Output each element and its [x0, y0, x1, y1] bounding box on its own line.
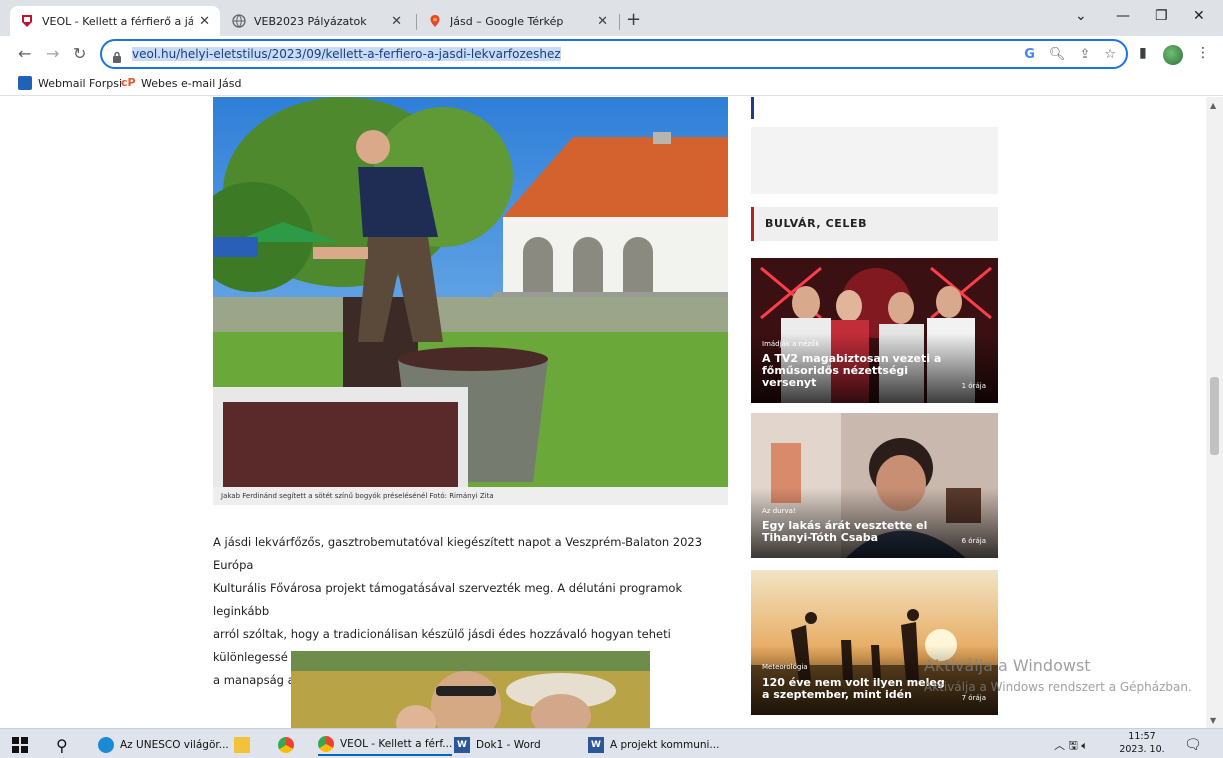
news-card[interactable]: Az durva! Egy lakás árát vesztette el Ti…	[751, 413, 998, 558]
restore-icon[interactable]: ❐	[1155, 8, 1168, 24]
file-explorer-icon[interactable]	[234, 734, 256, 756]
taskbar-word-projekt[interactable]: W A projekt kommuni...	[588, 734, 719, 756]
reload-icon[interactable]: ↻	[73, 44, 86, 63]
page-viewport: Jakab Ferdinánd segített a sötét színű b…	[0, 97, 1223, 728]
system-tray-icons[interactable]: ︿ 🖫 🔈︎	[1054, 737, 1088, 756]
share-icon[interactable]: ⇪	[1079, 47, 1090, 62]
card-title[interactable]: Egy lakás árát vesztette el Tihanyi-Tóth…	[762, 520, 952, 544]
article-hero-image	[213, 97, 728, 487]
ad-placeholder	[751, 127, 998, 194]
chrome-icon	[318, 736, 334, 752]
notification-icon[interactable]: 🗨︎	[1184, 734, 1202, 756]
windows-activation-subtext: Aktiválja a Windows rendszert a Gépházba…	[924, 680, 1192, 694]
globe-icon	[232, 14, 246, 28]
bookmarks-bar: Webmail Forpsi cP Webes e-mail Jásd	[0, 72, 1223, 96]
side-panel-icon[interactable]: ▮	[1139, 45, 1147, 61]
windows-start-icon[interactable]	[12, 734, 28, 756]
news-card[interactable]: Imádják a nézők A TV2 magabiztosan vezet…	[751, 258, 998, 403]
bookmark-webes-email[interactable]: cP Webes e-mail Jásd	[121, 76, 241, 90]
tab-title: VEOL - Kellett a férfierő a jásdi le	[42, 14, 194, 28]
taskbar-word-dok1[interactable]: W Dok1 - Word	[454, 734, 541, 756]
veol-favicon-icon	[20, 14, 34, 28]
tab-google-maps[interactable]: Jásd – Google Térkép ✕	[418, 6, 618, 36]
url-text[interactable]: veol.hu/helyi-eletstilus/2023/09/kellett…	[132, 47, 561, 61]
taskbar-clock[interactable]: 11:57 2023. 10. 04.	[1116, 730, 1168, 758]
minimize-icon[interactable]: —	[1116, 8, 1130, 24]
scroll-thumb[interactable]	[1210, 377, 1219, 455]
word-icon: W	[588, 737, 604, 753]
page-scrollbar[interactable]: ▲ ▼	[1206, 97, 1223, 728]
back-icon[interactable]: ←	[18, 44, 31, 63]
menu-dots-icon[interactable]: ⋮	[1196, 45, 1210, 61]
section-title-bulvar: BULVÁR, CELEB	[751, 207, 998, 241]
address-bar[interactable]: veol.hu/helyi-eletstilus/2023/09/kellett…	[100, 39, 1128, 69]
windows-taskbar: ⚲ Az UNESCO világör... VEOL - Kellett a …	[0, 728, 1223, 758]
screen: VEOL - Kellett a férfierő a jásdi le ✕ V…	[0, 0, 1223, 758]
lock-icon	[112, 48, 122, 63]
edge-icon	[98, 737, 114, 753]
windows-activation-watermark: Aktiválja a Windowst	[924, 656, 1091, 675]
taskbar-chrome-veol[interactable]: VEOL - Kellett a férf...	[318, 734, 453, 756]
cpanel-icon: cP	[121, 76, 136, 89]
profile-avatar[interactable]	[1163, 45, 1183, 65]
sidebar-accent-bar	[751, 97, 754, 119]
card-time: 6 órája	[961, 537, 986, 545]
close-icon[interactable]: ✕	[597, 14, 608, 29]
article-video-thumbnail[interactable]	[291, 651, 650, 728]
card-time: 1 órája	[961, 382, 986, 390]
tab-veb2023[interactable]: VEB2023 Pályázatok ✕	[222, 6, 412, 36]
forward-icon[interactable]: →	[46, 44, 59, 63]
tab-title: VEB2023 Pályázatok	[254, 14, 367, 28]
close-icon[interactable]: ✕	[199, 14, 210, 29]
card-title[interactable]: A TV2 magabiztosan vezeti a főműsoridős …	[762, 353, 952, 389]
search-icon[interactable]: ⚲	[56, 734, 68, 756]
scroll-up-icon[interactable]: ▲	[1210, 101, 1216, 110]
close-icon[interactable]: ✕	[391, 14, 402, 29]
bookmark-webmail-forpsi[interactable]: Webmail Forpsi	[18, 76, 122, 90]
chevron-down-icon[interactable]: ⌄	[1075, 8, 1087, 24]
card-time: 7 órája	[961, 694, 986, 702]
chrome-icon[interactable]	[278, 734, 300, 756]
image-caption: Jakab Ferdinánd segített a sötét színű b…	[213, 487, 728, 505]
bookmark-star-icon[interactable]: ☆	[1104, 47, 1116, 62]
card-category: Imádják a nézők	[762, 340, 820, 348]
webmail-icon	[18, 76, 32, 90]
tab-veol[interactable]: VEOL - Kellett a férfierő a jásdi le ✕	[10, 6, 220, 36]
google-icon[interactable]: G	[1024, 47, 1035, 62]
close-window-icon[interactable]: ✕	[1193, 8, 1205, 24]
new-tab-icon[interactable]: +	[626, 9, 641, 30]
tab-strip: VEOL - Kellett a férfierő a jásdi le ✕ V…	[0, 0, 1223, 36]
card-category: Az durva!	[762, 507, 796, 515]
scroll-down-icon[interactable]: ▼	[1210, 716, 1216, 725]
maps-pin-icon	[428, 14, 442, 28]
taskbar-edge-unesco[interactable]: Az UNESCO világör...	[98, 734, 229, 756]
card-category: Meteorológia	[762, 663, 808, 671]
word-icon: W	[454, 737, 470, 753]
zoom-icon[interactable]: 🔍︎	[1049, 47, 1066, 62]
browser-toolbar: ← → ↻ veol.hu/helyi-eletstilus/2023/09/k…	[0, 36, 1223, 72]
tab-title: Jásd – Google Térkép	[450, 14, 564, 28]
